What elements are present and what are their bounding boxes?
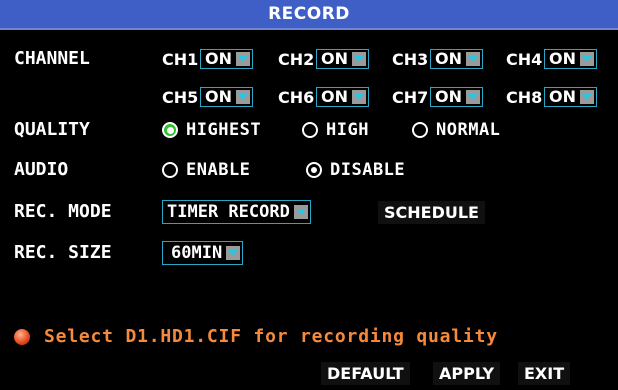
rec-mode-label: REC. MODE: [14, 201, 112, 222]
ch7-select[interactable]: ON: [430, 87, 483, 107]
audio-enable-label: ENABLE: [186, 160, 251, 180]
channel-label-ch7: CH7: [392, 87, 429, 107]
channel-6: CH6 ON: [278, 86, 369, 108]
radio-checked-icon: [162, 122, 178, 138]
ch1-select-value: ON: [205, 49, 232, 68]
quality-highest-radio[interactable]: HIGHEST: [162, 119, 261, 141]
channel-5: CH5 ON: [162, 86, 253, 108]
quality-high-label: HIGH: [326, 120, 369, 140]
channel-label-ch2: CH2: [278, 49, 315, 69]
channel-3: CH3 ON: [392, 48, 483, 70]
hint-message: Select D1.HD1.CIF for recording quality: [14, 326, 498, 347]
chevron-down-icon[interactable]: [580, 52, 594, 66]
chevron-down-icon[interactable]: [226, 246, 241, 260]
quality-normal-radio[interactable]: NORMAL: [412, 119, 500, 141]
radio-unchecked-icon: [162, 162, 178, 178]
rec-mode-value: TIMER RECORD: [167, 202, 290, 222]
ch7-select-value: ON: [435, 87, 462, 106]
channel-label-ch1: CH1: [162, 49, 199, 69]
record-settings-screen: RECORD CHANNEL CH1 ON CH2 ON CH3 ON CH4 …: [0, 0, 618, 390]
channel-label-ch8: CH8: [506, 87, 543, 107]
rec-mode-select[interactable]: TIMER RECORD: [162, 200, 311, 224]
ch8-select-value: ON: [549, 87, 576, 106]
default-button[interactable]: DEFAULT: [321, 362, 410, 385]
ch4-select[interactable]: ON: [544, 49, 597, 69]
channel-7: CH7 ON: [392, 86, 483, 108]
ch3-select-value: ON: [435, 49, 462, 68]
ch5-select-value: ON: [205, 87, 232, 106]
channel-2: CH2 ON: [278, 48, 369, 70]
page-title: RECORD: [268, 4, 350, 24]
quality-highest-label: HIGHEST: [186, 120, 262, 140]
ch1-select[interactable]: ON: [200, 49, 253, 69]
channel-label-ch4: CH4: [506, 49, 543, 69]
chevron-down-icon[interactable]: [236, 52, 250, 66]
apply-button[interactable]: APPLY: [433, 362, 501, 385]
channel-1: CH1 ON: [162, 48, 253, 70]
schedule-button[interactable]: SCHEDULE: [378, 201, 485, 224]
channel-label-ch3: CH3: [392, 49, 429, 69]
channel-label-ch5: CH5: [162, 87, 199, 107]
hint-text: Select D1.HD1.CIF for recording quality: [44, 326, 498, 347]
chevron-down-icon[interactable]: [580, 90, 594, 104]
quality-normal-label: NORMAL: [436, 120, 501, 140]
channel-label: CHANNEL: [14, 48, 90, 69]
ch2-select-value: ON: [321, 49, 348, 68]
ch3-select[interactable]: ON: [430, 49, 483, 69]
ch5-select[interactable]: ON: [200, 87, 253, 107]
rec-size-value: 60MIN: [171, 243, 223, 263]
audio-disable-label: DISABLE: [330, 160, 406, 180]
audio-label: AUDIO: [14, 159, 69, 180]
chevron-down-icon[interactable]: [466, 52, 480, 66]
quality-label: QUALITY: [14, 119, 90, 140]
ch2-select[interactable]: ON: [316, 49, 369, 69]
radio-unchecked-icon: [302, 122, 318, 138]
ch6-select-value: ON: [321, 87, 348, 106]
info-bulb-icon: [14, 328, 30, 345]
chevron-down-icon[interactable]: [352, 52, 366, 66]
radio-unchecked-icon: [412, 122, 428, 138]
chevron-down-icon[interactable]: [466, 90, 480, 104]
quality-high-radio[interactable]: HIGH: [302, 119, 369, 141]
exit-button[interactable]: EXIT: [518, 362, 571, 385]
channel-label-ch6: CH6: [278, 87, 315, 107]
audio-enable-radio[interactable]: ENABLE: [162, 159, 250, 181]
ch4-select-value: ON: [549, 49, 576, 68]
chevron-down-icon[interactable]: [352, 90, 366, 104]
ch8-select[interactable]: ON: [544, 87, 597, 107]
audio-disable-radio[interactable]: DISABLE: [306, 159, 405, 181]
channel-8: CH8 ON: [506, 86, 597, 108]
ch6-select[interactable]: ON: [316, 87, 369, 107]
radio-checked-icon: [306, 162, 322, 178]
chevron-down-icon[interactable]: [293, 205, 308, 219]
rec-size-select[interactable]: 60MIN: [162, 241, 244, 265]
title-bar: RECORD: [0, 0, 618, 30]
chevron-down-icon[interactable]: [236, 90, 250, 104]
rec-size-label: REC. SIZE: [14, 242, 112, 263]
channel-4: CH4 ON: [506, 48, 597, 70]
